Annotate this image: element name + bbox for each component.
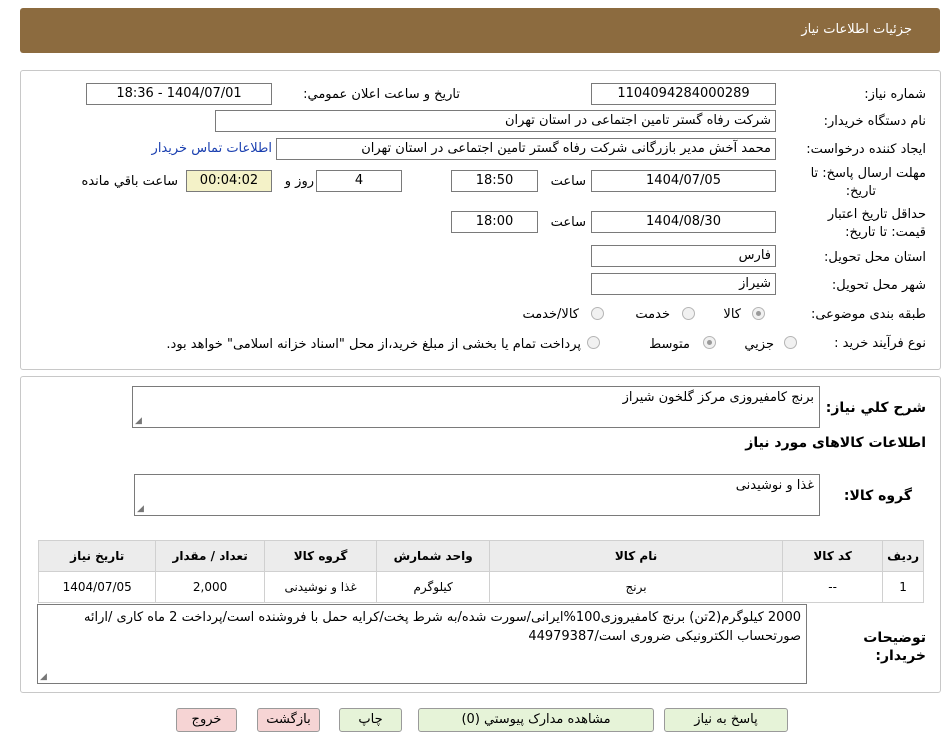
process-type-label: نوع فرآیند خرید : (834, 336, 926, 351)
category-service-radio[interactable] (682, 307, 695, 320)
city-label: شهر محل تحویل: (831, 278, 926, 293)
days-field: 4 (316, 170, 402, 192)
goods-table: ردیف کد کالا نام کالا واحد شمارش گروه کا… (37, 540, 924, 603)
buyer-org-label: نام دستگاه خریدار: (823, 114, 926, 129)
resize-grip-icon: ◢ (137, 504, 144, 514)
deadline-label-line2: تاریخ: (845, 184, 876, 199)
exit-button[interactable]: خروج (176, 708, 237, 732)
creator-label: ایجاد کننده درخواست: (806, 142, 926, 157)
col-header-unit: واحد شمارش (376, 540, 490, 572)
validity-time-label: ساعت (550, 215, 586, 230)
summary-textarea[interactable]: برنج کامفیروزی مرکز گلخون شیراز ◢ (132, 386, 820, 428)
view-attachments-button[interactable]: مشاهده مدارک پیوستي (0) (418, 708, 654, 732)
deadline-label-line1: مهلت ارسال پاسخ: تا (810, 166, 926, 181)
buyer-notes-label-line2: خریدار: (875, 648, 926, 664)
validity-date-field: 1404/08/30 (591, 211, 776, 233)
treasury-payment-checkbox[interactable] (587, 336, 600, 349)
remaining-label: ساعت باقي مانده (81, 174, 178, 189)
resize-grip-icon: ◢ (40, 672, 47, 682)
validity-label-line1: حداقل تاریخ اعتبار (827, 207, 926, 222)
process-medium-radio[interactable] (703, 336, 716, 349)
buyer-notes-text: 2000 کیلوگرم(2تن) برنج کامفیروزی100%ایرا… (83, 610, 801, 644)
deadline-date-field: 1404/07/05 (591, 170, 776, 192)
col-header-row-no: ردیف (882, 540, 924, 572)
goods-group-label: گروه کالا: (843, 488, 912, 504)
summary-label: شرح کلي نیاز: (825, 400, 926, 416)
deadline-time-label: ساعت (550, 174, 586, 189)
resize-grip-icon: ◢ (135, 416, 142, 426)
category-goods-service-label: کالا/خدمت (522, 307, 579, 322)
validity-time-field: 18:00 (451, 211, 538, 233)
print-button[interactable]: چاپ (339, 708, 402, 732)
page-title: جزئیات اطلاعات نیاز (801, 22, 912, 37)
goods-group-textarea[interactable]: غذا و نوشیدنی ◢ (134, 474, 820, 516)
remaining-timer: 00:04:02 (186, 170, 272, 192)
back-button[interactable]: بازگشت (257, 708, 320, 732)
need-number-label: شماره نیاز: (864, 87, 926, 102)
cell-code: -- (782, 571, 884, 603)
category-goods-service-radio[interactable] (591, 307, 604, 320)
creator-field: محمد آخش مدیر بازرگانی شرکت رفاه گستر تا… (276, 138, 776, 160)
goods-table-header-row: ردیف کد کالا نام کالا واحد شمارش گروه کا… (37, 540, 924, 572)
cell-name: برنج (488, 571, 784, 603)
col-header-name: نام کالا (488, 540, 784, 572)
category-goods-label: کالا (723, 307, 741, 322)
process-minor-label: جزیي (744, 337, 774, 352)
cell-unit: کیلوگرم (376, 571, 490, 603)
province-field: فارس (591, 245, 776, 267)
cell-group: غذا و نوشیدنی (263, 571, 378, 603)
goods-info-title: اطلاعات کالاهای مورد نیاز (745, 435, 926, 451)
buyer-notes-textarea[interactable]: 2000 کیلوگرم(2تن) برنج کامفیروزی100%ایرا… (37, 604, 807, 684)
category-label: طبقه بندی موضوعی: (810, 307, 926, 322)
announce-label: تاریخ و ساعت اعلان عمومي: (303, 87, 460, 102)
cell-date: 1404/07/05 (37, 571, 157, 603)
page-header: جزئیات اطلاعات نیاز (20, 8, 940, 53)
announce-field: 1404/07/01 - 18:36 (86, 83, 272, 105)
summary-text: برنج کامفیروزی مرکز گلخون شیراز (622, 390, 814, 405)
contact-info-link[interactable]: اطلاعات تماس خریدار (152, 141, 272, 156)
buyer-notes-label-line1: توضیحات (863, 630, 926, 646)
province-label: استان محل تحویل: (824, 250, 926, 265)
treasury-payment-note: پرداخت تمام یا بخشی از مبلغ خرید،از محل … (166, 337, 581, 352)
cell-quantity: 2,000 (155, 571, 265, 603)
col-header-group: گروه کالا (263, 540, 378, 572)
category-service-label: خدمت (635, 307, 670, 322)
col-header-code: کد کالا (782, 540, 884, 572)
process-medium-label: متوسط (649, 337, 690, 352)
col-header-date: تاریخ نیاز (37, 540, 157, 572)
table-row: 1 -- برنج کیلوگرم غذا و نوشیدنی 2,000 14… (37, 571, 924, 603)
category-goods-radio[interactable] (752, 307, 765, 320)
days-label: روز و (284, 174, 314, 189)
buyer-org-field: شرکت رفاه گستر تامین اجتماعی در استان ته… (215, 110, 776, 132)
validity-label-line2: قیمت: تا تاریخ: (845, 225, 926, 240)
goods-group-text: غذا و نوشیدنی (735, 478, 814, 493)
reply-button[interactable]: پاسخ به نیاز (664, 708, 788, 732)
deadline-time-field: 18:50 (451, 170, 538, 192)
cell-row-no: 1 (882, 571, 924, 603)
process-minor-radio[interactable] (784, 336, 797, 349)
col-header-quantity: تعداد / مقدار (155, 540, 265, 572)
need-number-field: 1104094284000289 (591, 83, 776, 105)
city-field: شیراز (591, 273, 776, 295)
